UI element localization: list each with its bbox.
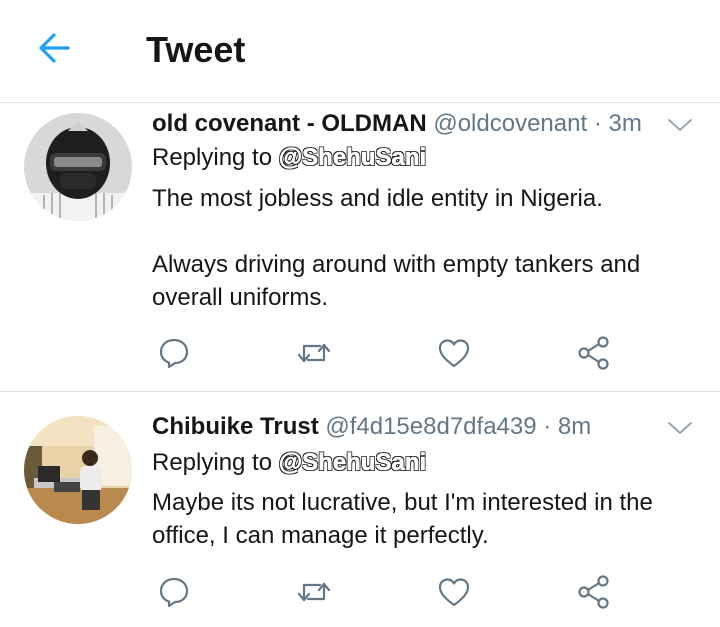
- reply-icon: [159, 577, 189, 608]
- like-button[interactable]: [434, 572, 474, 612]
- retweet-button[interactable]: [294, 333, 334, 373]
- tweet-text: The most jobless and idle entity in Nige…: [152, 182, 692, 314]
- tweet-text-line: The most jobless and idle entity in Nige…: [152, 185, 603, 212]
- tweet-item[interactable]: old covenant - OLDMAN @oldcovenant · 3m …: [0, 103, 720, 391]
- retweet-icon: [297, 582, 331, 602]
- share-icon: [578, 575, 609, 609]
- reply-button[interactable]: [154, 333, 194, 373]
- tweet-options-button[interactable]: [666, 115, 694, 135]
- tweet-options-button[interactable]: [666, 418, 694, 438]
- retweet-icon: [297, 343, 331, 363]
- like-icon: [438, 339, 470, 368]
- tweet-text-line: Always driving around with empty tankers…: [152, 251, 641, 311]
- replying-to: Replying to @ShehuSani: [152, 143, 426, 173]
- display-name[interactable]: old covenant - OLDMAN: [152, 110, 427, 137]
- display-name[interactable]: Chibuike Trust: [152, 413, 319, 440]
- like-icon: [438, 578, 470, 607]
- page-title: Tweet: [146, 29, 246, 70]
- replying-to-label: Replying to: [152, 144, 273, 171]
- header-bar: Tweet: [0, 0, 720, 102]
- avatar[interactable]: [24, 113, 132, 221]
- chevron-down-icon: [668, 422, 692, 434]
- share-button[interactable]: [574, 572, 614, 612]
- share-icon: [578, 336, 609, 370]
- separator-dot: ·: [543, 413, 552, 440]
- mention-link[interactable]: @ShehuSani: [278, 144, 426, 172]
- replying-to: Replying to @ShehuSani: [152, 448, 426, 478]
- tweet-actions: [152, 333, 632, 373]
- tweet-text: Maybe its not lucrative, but I'm interes…: [152, 486, 692, 552]
- reply-icon: [159, 338, 189, 369]
- separator-dot: ·: [593, 110, 602, 137]
- user-handle[interactable]: @oldcovenant: [433, 110, 587, 137]
- chevron-down-icon: [668, 119, 692, 131]
- mention-link[interactable]: @ShehuSani: [278, 449, 426, 477]
- tweet-text-line: Maybe its not lucrative, but I'm interes…: [152, 489, 653, 549]
- retweet-button[interactable]: [294, 572, 334, 612]
- tweet-time[interactable]: 8m: [558, 413, 591, 440]
- tweet-actions: [152, 572, 632, 612]
- tweet-header: old covenant - OLDMAN @oldcovenant · 3m: [152, 109, 642, 139]
- user-handle[interactable]: @f4d15e8d7dfa439: [325, 413, 536, 440]
- replying-to-label: Replying to: [152, 449, 273, 476]
- share-button[interactable]: [574, 333, 614, 373]
- back-button[interactable]: [34, 26, 78, 70]
- tweet-item[interactable]: Chibuike Trust @f4d15e8d7dfa439 · 8m Rep…: [0, 392, 720, 627]
- reply-button[interactable]: [154, 572, 194, 612]
- avatar[interactable]: [24, 416, 132, 524]
- tweet-time[interactable]: 3m: [608, 110, 641, 137]
- arrow-left-icon: [39, 33, 70, 63]
- tweet-header: Chibuike Trust @f4d15e8d7dfa439 · 8m: [152, 412, 591, 442]
- like-button[interactable]: [434, 333, 474, 373]
